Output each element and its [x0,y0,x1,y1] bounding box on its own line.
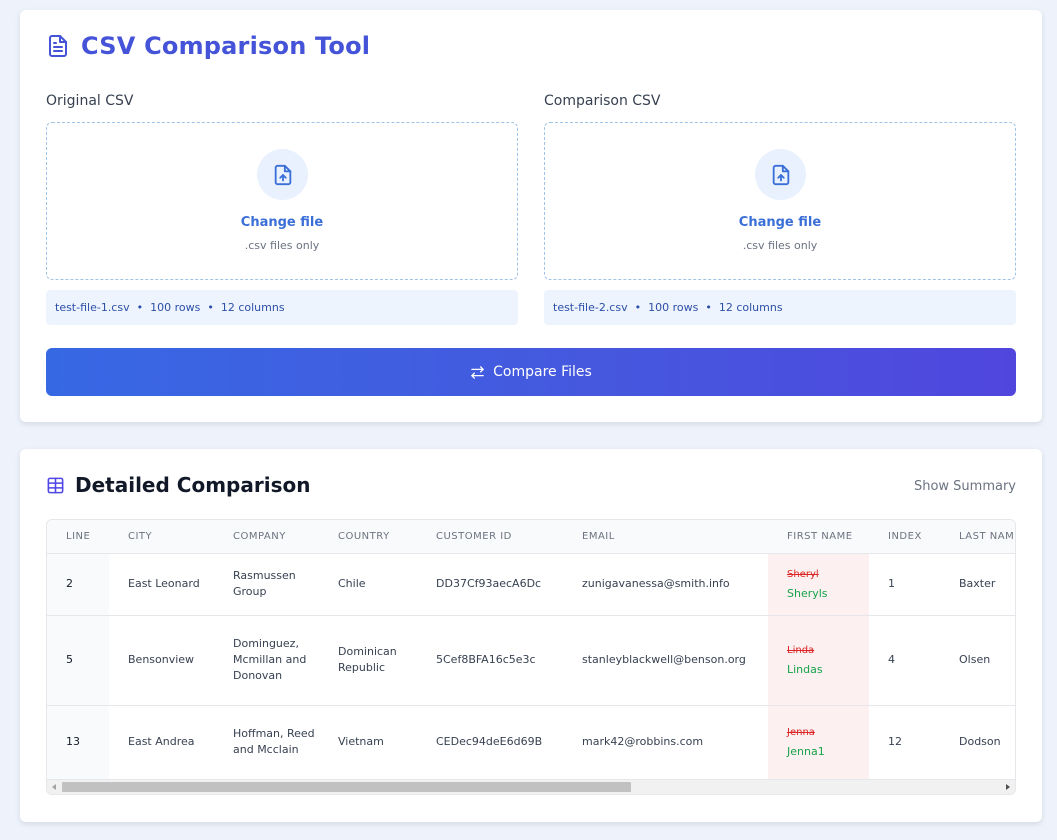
comparison-file-info: test-file-2.csv • 100 rows • 12 columns [544,290,1016,325]
upload-card: CSV Comparison Tool Original CSV Change … [20,10,1042,422]
table-header-row: LINE CITY COMPANY COUNTRY CUSTOMER ID EM… [47,520,1015,554]
comparison-file-name: test-file-2.csv [553,301,628,314]
detailed-comparison-card: Detailed Comparison Show Summary LINE CI… [20,449,1042,822]
comparison-header: Detailed Comparison [46,473,310,497]
original-csv-section: Original CSV Change file .csv files only… [46,93,518,325]
file-upload-icon [772,164,789,185]
new-value: Sheryls [787,586,828,600]
table-row: 2 East Leonard Rasmussen Group Chile DD3… [47,553,1015,616]
country-cell: Dominican Republic [319,615,417,706]
table-row: 13 East Andrea Hoffman, Reed and Mcclain… [47,705,1015,779]
comparison-csv-section: Comparison CSV Change file .csv files on… [544,93,1016,325]
last-name-cell: Olsen [940,615,1015,706]
email-cell: mark42@robbins.com [563,705,768,779]
old-value: Linda [787,644,815,656]
comparison-csv-label: Comparison CSV [544,93,661,109]
comparison-change-file-link[interactable]: Change file [545,215,1015,230]
company-cell: Hoffman, Reed and Mcclain [214,705,319,779]
comparison-csv-dropzone[interactable]: Change file .csv files only [544,122,1016,280]
last-name-cell: Baxter [940,553,1015,616]
company-cell: Rasmussen Group [214,553,319,616]
city-cell: Bensonview [109,615,214,706]
original-file-info: test-file-1.csv • 100 rows • 12 columns [46,290,518,325]
file-text-icon [49,35,67,57]
column-header-email: EMAIL [563,520,768,554]
original-csv-dropzone[interactable]: Change file .csv files only [46,122,518,280]
original-change-file-link[interactable]: Change file [47,215,517,230]
email-cell: stanleyblackwell@benson.org [563,615,768,706]
customer-id-cell: 5Cef8BFA16c5e3c [417,615,563,706]
original-row-count: 100 rows [150,301,201,314]
compare-files-label: Compare Files [493,364,592,380]
country-cell: Vietnam [319,705,417,779]
scrollbar-thumb[interactable] [62,782,631,792]
file-upload-icon [274,164,291,185]
column-header-company: COMPANY [214,520,319,554]
original-file-name: test-file-1.csv [55,301,130,314]
column-header-last-name: LAST NAME [940,520,1015,554]
index-cell: 1 [869,553,940,616]
first-name-diff-cell: Linda Lindas [768,615,869,706]
app-header: CSV Comparison Tool [46,32,370,60]
column-header-city: CITY [109,520,214,554]
swap-arrows-icon [471,365,484,379]
index-cell: 4 [869,615,940,706]
separator-dot: • [136,301,144,314]
last-name-cell: Dodson [940,705,1015,779]
comparison-file-hint: .csv files only [742,239,818,252]
index-cell: 12 [869,705,940,779]
customer-id-cell: CEDec94deE6d69B [417,705,563,779]
original-file-hint: .csv files only [244,239,320,252]
file-upload-icon-wrap [257,149,308,200]
column-header-line: LINE [47,520,109,554]
scroll-right-arrow-icon[interactable] [1006,784,1010,790]
comparison-table: LINE CITY COMPANY COUNTRY CUSTOMER ID EM… [47,520,1015,779]
column-header-country: COUNTRY [319,520,417,554]
table-icon [47,477,64,493]
new-value: Lindas [787,662,823,676]
line-cell: 5 [47,615,109,706]
column-header-index: INDEX [869,520,940,554]
horizontal-scrollbar[interactable] [47,779,1015,794]
new-value: Jenna1 [787,744,825,758]
separator-dot: • [207,301,214,314]
old-value: Jenna [787,726,815,738]
separator-dot: • [634,301,642,314]
first-name-diff-cell: Sheryl Sheryls [768,553,869,616]
comparison-title: Detailed Comparison [75,473,311,497]
compare-files-button[interactable]: Compare Files [46,348,1016,396]
original-column-count: 12 columns [220,301,285,314]
column-header-customer-id: CUSTOMER ID [417,520,563,554]
comparison-table-viewport[interactable]: LINE CITY COMPANY COUNTRY CUSTOMER ID EM… [47,520,1015,779]
country-cell: Chile [319,553,417,616]
customer-id-cell: DD37Cf93aecA6Dc [417,553,563,616]
original-csv-label: Original CSV [46,93,134,109]
table-row: 5 Bensonview Dominguez, Mcmillan and Don… [47,615,1015,706]
comparison-row-count: 100 rows [648,301,699,314]
file-upload-icon-wrap [755,149,806,200]
email-cell: zunigavanessa@smith.info [563,553,768,616]
comparison-table-container: LINE CITY COMPANY COUNTRY CUSTOMER ID EM… [46,519,1016,795]
company-cell: Dominguez, Mcmillan and Donovan [214,615,319,706]
line-cell: 13 [47,705,109,779]
old-value: Sheryl [787,568,819,580]
show-summary-button[interactable]: Show Summary [914,479,1016,494]
separator-dot: • [705,301,712,314]
line-cell: 2 [47,553,109,616]
app-title: CSV Comparison Tool [81,32,371,60]
column-header-first-name: FIRST NAME [768,520,869,554]
first-name-diff-cell: Jenna Jenna1 [768,705,869,779]
comparison-column-count: 12 columns [718,301,783,314]
scroll-left-arrow-icon[interactable] [52,784,56,790]
city-cell: East Leonard [109,553,214,616]
city-cell: East Andrea [109,705,214,779]
